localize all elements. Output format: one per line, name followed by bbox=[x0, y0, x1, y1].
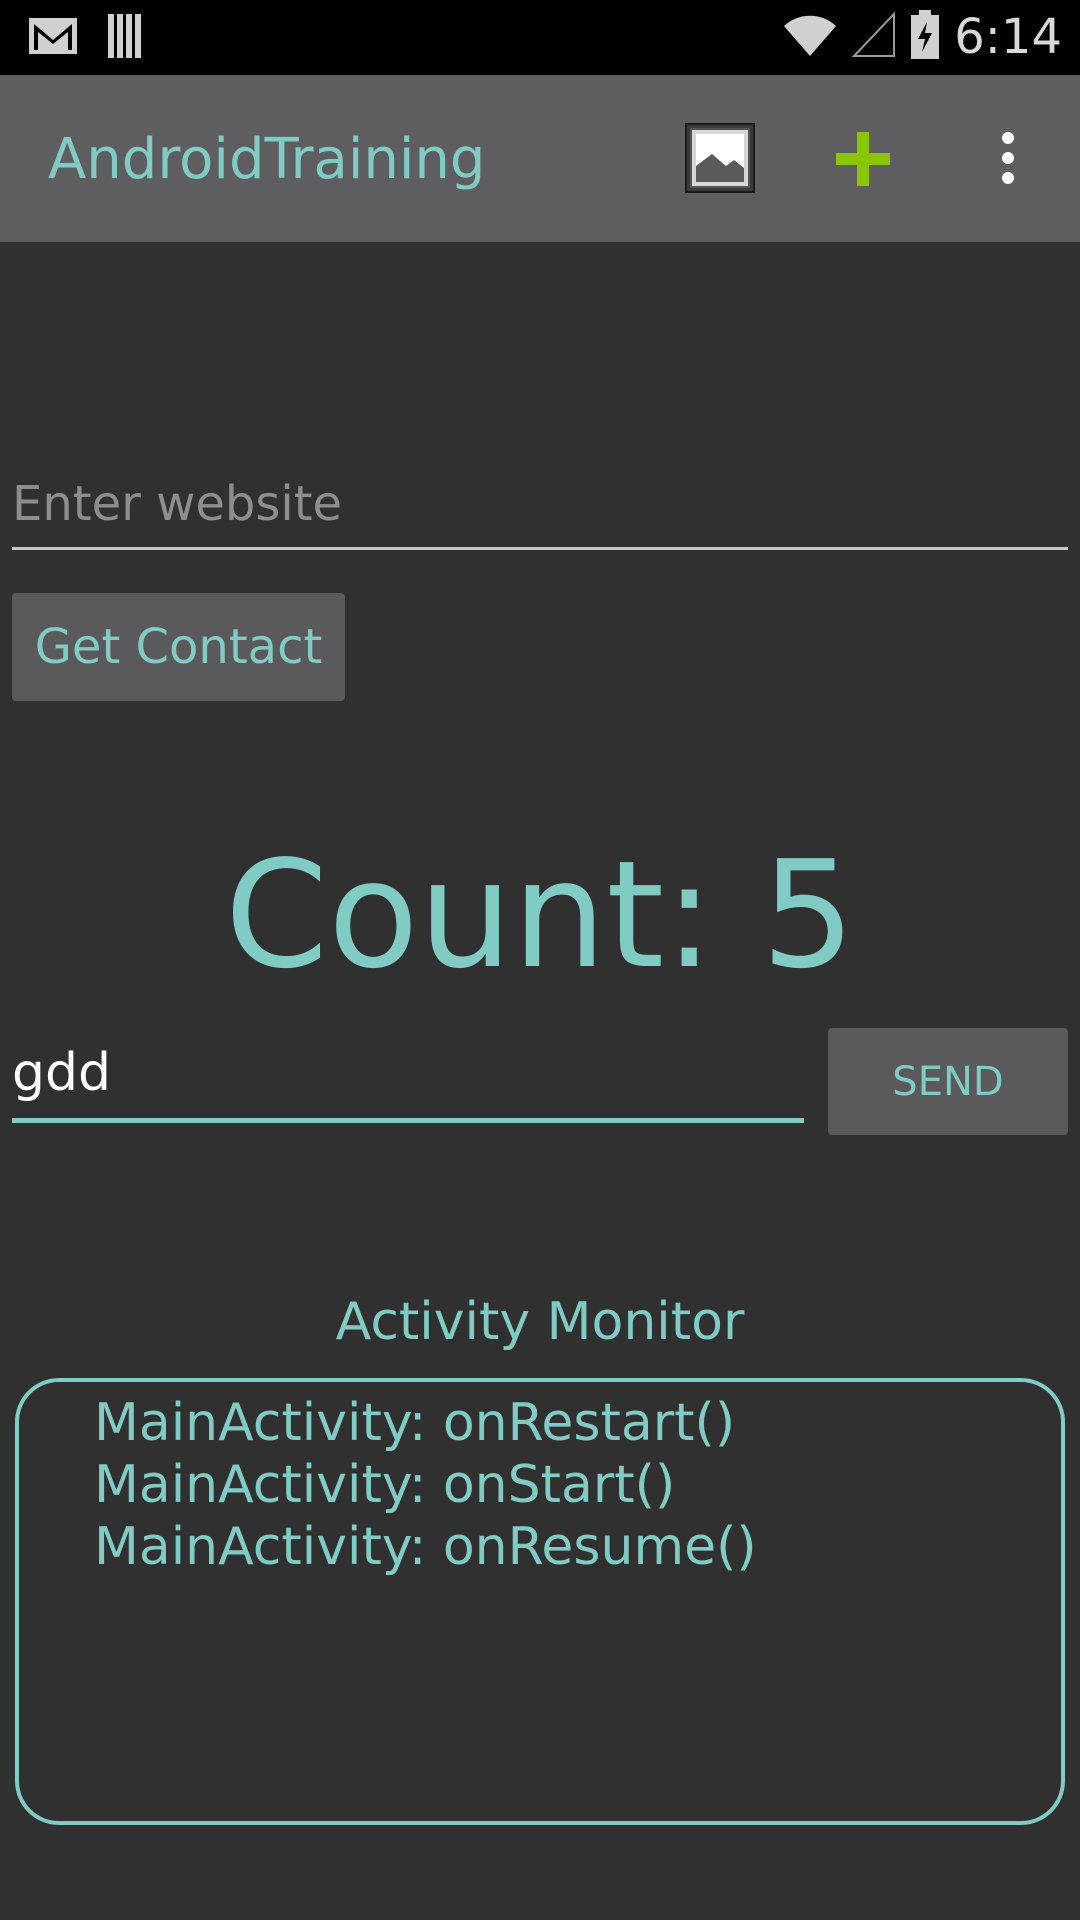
wifi-icon bbox=[782, 12, 838, 63]
send-button[interactable]: SEND bbox=[828, 1028, 1068, 1135]
status-bar: 6:14 bbox=[0, 0, 1080, 75]
website-input[interactable]: Enter website bbox=[12, 470, 1068, 550]
activity-log-list: MainActivity: onRestart() MainActivity: … bbox=[94, 1392, 757, 1578]
status-time: 6:14 bbox=[954, 9, 1062, 65]
barcode-icon bbox=[106, 14, 144, 63]
log-entry: MainActivity: onResume() bbox=[94, 1517, 757, 1577]
log-entry: MainActivity: onRestart() bbox=[94, 1393, 736, 1453]
cell-signal-icon bbox=[851, 11, 896, 63]
image-icon[interactable] bbox=[684, 122, 756, 194]
battery-charging-icon bbox=[910, 9, 940, 65]
website-input-placeholder: Enter website bbox=[12, 476, 343, 532]
count-label: Count: 5 bbox=[224, 829, 856, 1001]
message-input-value: gdd bbox=[12, 1043, 112, 1103]
get-contact-button[interactable]: Get Contact bbox=[12, 593, 345, 701]
message-input[interactable]: gdd bbox=[12, 1035, 804, 1123]
app-title: AndroidTraining bbox=[48, 127, 486, 192]
activity-monitor-box[interactable]: MainActivity: onRestart() MainActivity: … bbox=[15, 1378, 1065, 1825]
add-icon[interactable] bbox=[834, 130, 892, 188]
gmail-icon bbox=[28, 16, 78, 61]
activity-monitor-title: Activity Monitor bbox=[335, 1292, 745, 1352]
log-entry: MainActivity: onStart() bbox=[94, 1455, 676, 1515]
action-bar: AndroidTraining bbox=[0, 75, 1080, 242]
overflow-menu-icon[interactable] bbox=[988, 130, 1028, 186]
